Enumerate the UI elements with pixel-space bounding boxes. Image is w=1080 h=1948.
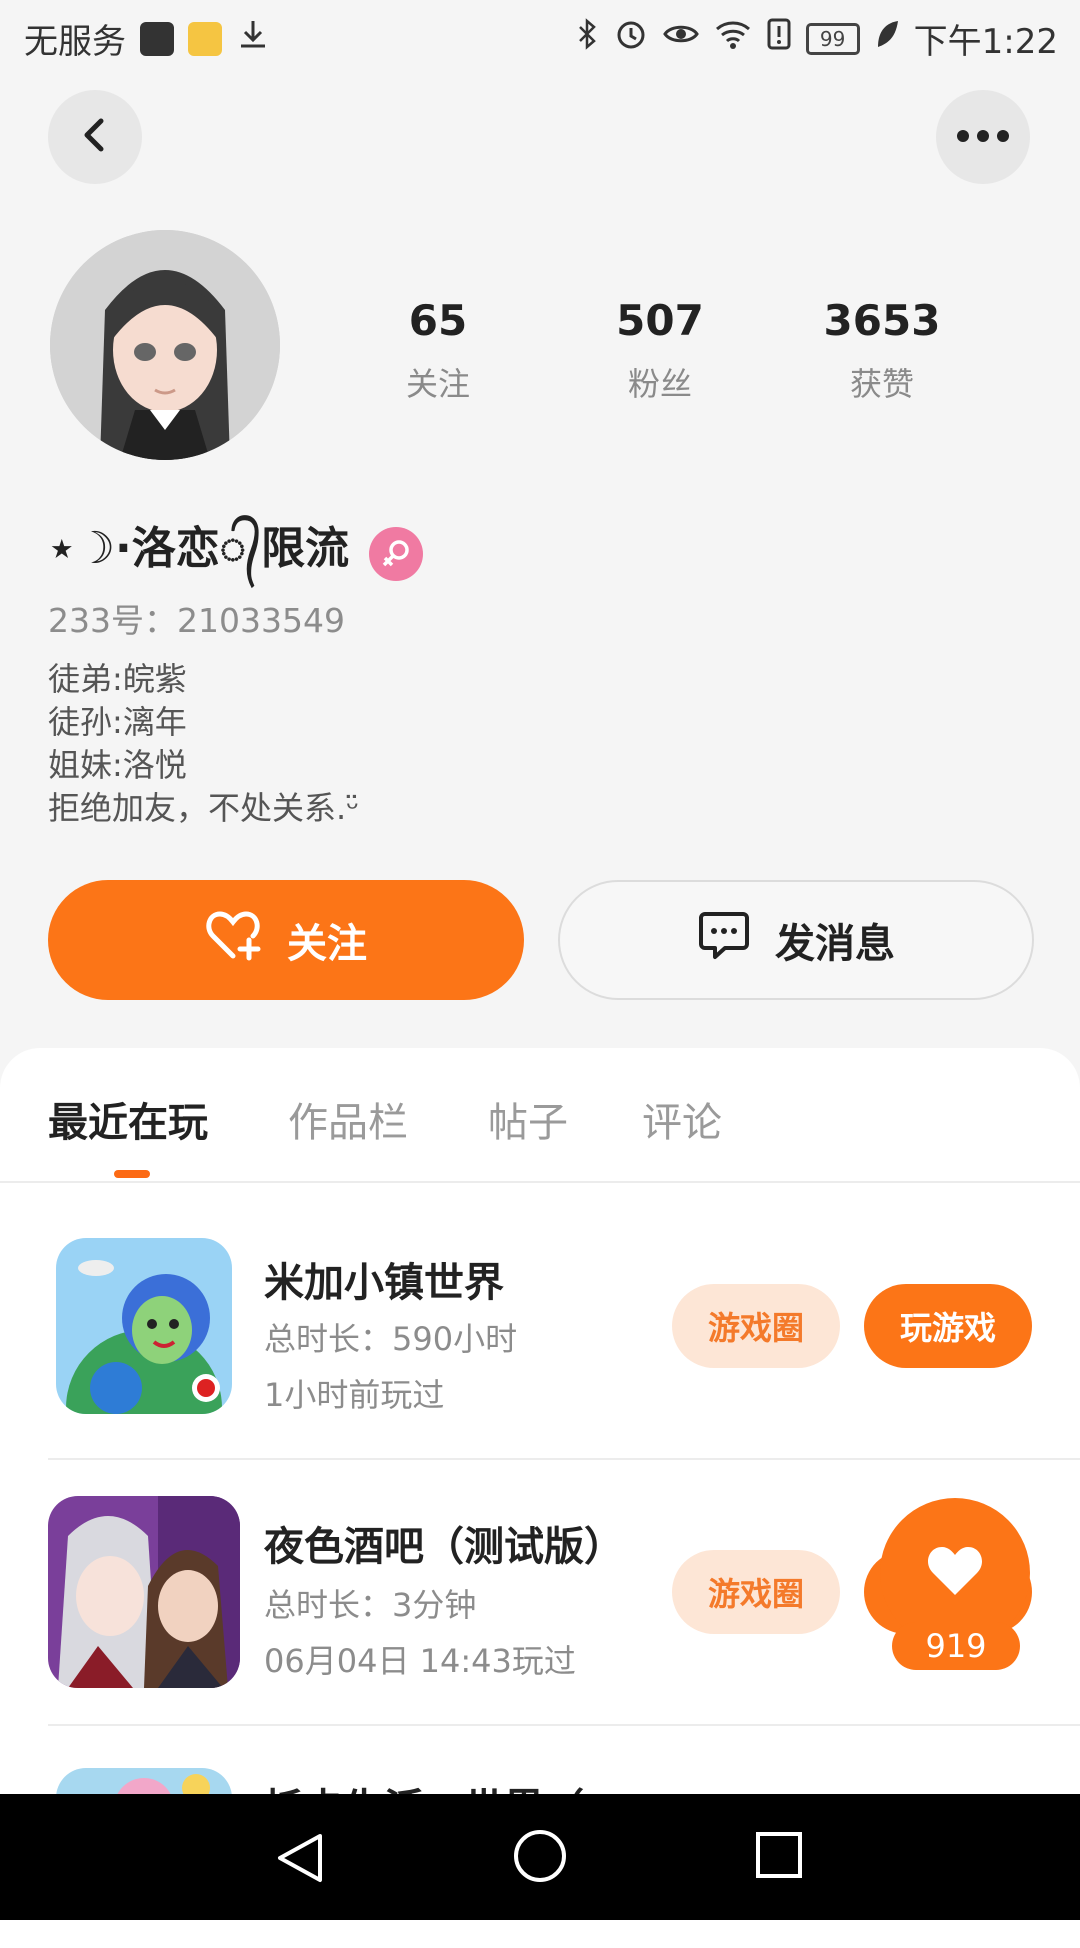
back-button[interactable] [48,90,142,184]
game-duration: 总时长：3分钟 [264,1586,477,1624]
bio-line: 徒孙:漓年 [48,703,187,741]
game-last-played: 06月04日 14:43玩过 [264,1642,576,1680]
user-id: 233号：21033549 [48,601,345,640]
game-last-played: 1小时前玩过 [264,1376,445,1414]
tab-works[interactable]: 作品栏 [288,1090,408,1148]
like-count: 919 [892,1622,1020,1670]
stat-following[interactable]: 65 关注 [348,296,528,405]
game-icon-miga-town[interactable] [56,1238,232,1414]
bio-line: 姐妹:洛悦 [48,746,187,784]
avatar-illustration [50,230,280,460]
avatar[interactable] [50,230,280,460]
game-title[interactable]: 夜色酒吧（测试版） [264,1514,624,1572]
status-left: 无服务 [24,14,270,63]
triangle-back-icon [272,1834,328,1890]
username-row: ⋆☽·洛恋᭄限流 [48,512,424,595]
nav-back-button[interactable] [272,1830,328,1890]
folder-notification-icon [188,21,222,56]
heart-icon [925,1543,985,1603]
message-label: 发消息 [775,921,895,967]
more-options-button[interactable] [936,90,1030,184]
leaf-icon [874,17,900,60]
square-recents-icon [754,1832,804,1884]
eye-icon [662,17,700,60]
heart-plus-icon [205,908,263,972]
stat-followers[interactable]: 507 粉丝 [570,296,750,405]
row-divider [48,1724,1080,1726]
alarm-icon [614,17,648,60]
tab-posts[interactable]: 帖子 [488,1090,568,1148]
status-bar: 无服务 99 下午1:22 [0,0,1080,76]
status-right: 99 下午1:22 [576,14,1058,63]
battery-indicator: 99 [805,22,860,55]
game-circle-button[interactable]: 游戏圈 [672,1284,840,1368]
username: ⋆☽·洛恋᭄限流 [48,523,350,574]
female-gender-icon [369,526,424,581]
followers-count: 507 [616,296,704,345]
back-arrow-icon [75,115,115,159]
nav-recents-button[interactable] [754,1830,804,1884]
chat-bubble-icon [697,908,751,972]
active-tab-indicator [114,1170,150,1178]
circle-home-icon [512,1830,568,1888]
play-game-button[interactable]: 玩游戏 [864,1284,1032,1368]
alert-icon [766,17,792,60]
system-nav-bar [0,1794,1080,1920]
likes-count: 3653 [823,296,941,345]
row-divider [48,1458,1080,1460]
carrier-text: 无服务 [24,22,126,62]
tab-recently-played[interactable]: 最近在玩 [48,1090,208,1148]
bio-line: 徒弟:皖紫 [48,660,187,698]
tabs-divider [0,1181,1080,1183]
game-icon-night-bar[interactable] [48,1496,240,1688]
clock-time: 下午1:22 [913,22,1058,62]
game-title[interactable]: 米加小镇世界 [264,1250,504,1308]
message-button[interactable]: 发消息 [558,880,1034,1000]
following-count: 65 [408,296,468,345]
following-label: 关注 [405,365,470,403]
follow-button[interactable]: 关注 [48,880,524,1000]
download-icon [236,17,270,60]
nav-home-button[interactable] [512,1828,568,1888]
game-circle-button[interactable]: 游戏圈 [672,1550,840,1634]
bio: 徒弟:皖紫 徒孙:漓年 姐妹:洛悦 拒绝加友，不处关系.ᵕ̈ [48,658,359,830]
more-dots-icon [955,128,1011,147]
tab-comments[interactable]: 评论 [642,1090,722,1148]
follow-label: 关注 [287,921,367,967]
bio-line: 拒绝加友，不处关系.ᵕ̈ [48,789,360,827]
bluetooth-icon [576,17,600,60]
wifi-icon [714,17,752,60]
app-notification-icon [140,21,174,56]
game-duration: 总时长：590小时 [264,1320,518,1358]
stat-likes[interactable]: 3653 获赞 [792,296,972,405]
likes-label: 获赞 [849,365,914,403]
followers-label: 粉丝 [627,365,692,403]
